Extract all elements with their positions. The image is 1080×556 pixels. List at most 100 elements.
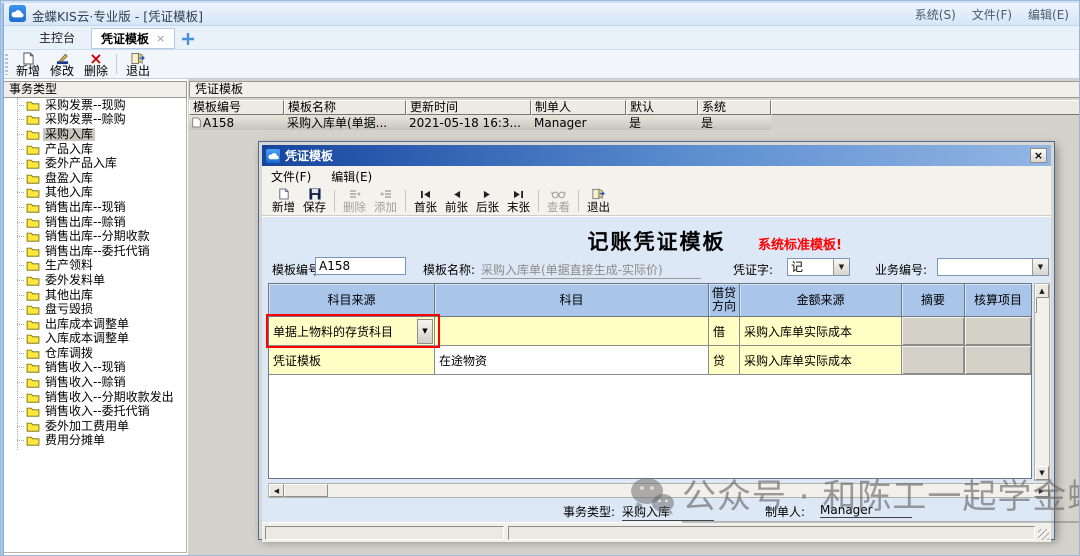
menu-file[interactable]: 文件(F): [972, 6, 1012, 23]
grid-row-debit: 单据上物料的存货科目 ▼ 借 采购入库单实际成本: [269, 317, 1031, 346]
folder-icon: [26, 304, 40, 315]
col-default[interactable]: 默认: [626, 100, 698, 115]
folder-icon: [26, 129, 40, 140]
cell-direction[interactable]: 贷: [709, 346, 740, 375]
dialog-exit-button[interactable]: 退出: [583, 187, 614, 215]
col-creator[interactable]: 制单人: [531, 100, 626, 115]
dialog-first-button[interactable]: 首张: [410, 187, 441, 215]
modify-button-label: 修改: [50, 65, 74, 78]
tree-item[interactable]: 采购入库: [4, 127, 186, 142]
cell-subject[interactable]: 在途物资: [435, 346, 709, 375]
toolbar-grip[interactable]: [5, 54, 8, 75]
cell-amount-source[interactable]: 采购入库单实际成本: [740, 317, 902, 346]
grid-row-credit: 凭证模板 在途物资 贷 采购入库单实际成本: [269, 346, 1031, 375]
dialog-menu-edit[interactable]: 编辑(E): [331, 168, 372, 185]
tab-close-icon[interactable]: ×: [156, 34, 165, 44]
tree-item[interactable]: 销售出库--委托代销: [4, 244, 186, 259]
col-updated[interactable]: 更新时间: [406, 100, 531, 115]
tree-item[interactable]: 盘亏毁损: [4, 302, 186, 317]
tree-item[interactable]: 委外发料单: [4, 273, 186, 288]
cell-amount-source[interactable]: 采购入库单实际成本: [740, 346, 902, 375]
tree-item[interactable]: 委外产品入库: [4, 156, 186, 171]
scroll-right-icon[interactable]: ▶: [1034, 484, 1049, 497]
dialog-title-bar[interactable]: 凭证模板 ×: [262, 145, 1051, 166]
tree-item[interactable]: 费用分摊单: [4, 434, 186, 449]
tree-item[interactable]: 销售出库--分期收款: [4, 229, 186, 244]
scrollbar-thumb[interactable]: [284, 484, 328, 497]
col-template-name[interactable]: 模板名称: [284, 100, 406, 115]
tree-item[interactable]: 销售收入--委托代销: [4, 404, 186, 419]
cell-direction[interactable]: 借: [709, 317, 740, 346]
entry-grid: 科目来源 科目 借贷方向 金额来源 摘要 核算项目 单据上物料的存货科目 ▼ 借…: [268, 283, 1032, 479]
folder-icon: [26, 421, 40, 432]
voucher-word-select[interactable]: 记 ▼: [787, 258, 850, 276]
cell-item[interactable]: [965, 317, 1031, 346]
tree-connector: [17, 426, 24, 427]
tree-item[interactable]: 采购发票--现购: [4, 98, 186, 113]
scroll-left-icon[interactable]: ◀: [269, 484, 284, 497]
tree-item[interactable]: 其他出库: [4, 288, 186, 303]
new-tab-button[interactable]: [182, 33, 194, 45]
dropdown-arrow-icon[interactable]: ▼: [417, 319, 433, 344]
tree-item[interactable]: 销售收入--现销: [4, 361, 186, 376]
dialog-last-button[interactable]: 末张: [503, 187, 534, 215]
scroll-up-icon[interactable]: ▲: [1035, 284, 1049, 298]
cell-source-dropdown[interactable]: 单据上物料的存货科目 ▼: [269, 317, 435, 346]
tree-item[interactable]: 销售出库--现销: [4, 200, 186, 215]
cell-subject[interactable]: [435, 317, 709, 346]
dialog-next-button[interactable]: 后张: [472, 187, 503, 215]
voucher-word-label: 凭证字:: [733, 261, 773, 278]
tree-connector: [17, 382, 24, 383]
tree-item[interactable]: 其他入库: [4, 186, 186, 201]
tree-connector: [17, 309, 24, 310]
resize-grip[interactable]: [1038, 529, 1049, 540]
business-no-select[interactable]: ▼: [937, 258, 1049, 276]
dialog-new-button[interactable]: 新增: [268, 187, 299, 215]
grid-col-source: 科目来源: [269, 284, 435, 317]
tree-item[interactable]: 入库成本调整单: [4, 332, 186, 347]
tree-item[interactable]: 采购发票--赊购: [4, 113, 186, 128]
grid-vertical-scrollbar[interactable]: ▲ ▼: [1034, 283, 1050, 481]
menu-edit[interactable]: 编辑(E): [1028, 6, 1069, 23]
dialog-cloud-icon: [266, 149, 280, 163]
dialog-close-button[interactable]: ×: [1030, 148, 1047, 163]
tree-item[interactable]: 委外加工费用单: [4, 419, 186, 434]
tree-item[interactable]: 出库成本调整单: [4, 317, 186, 332]
dropdown-arrow-icon[interactable]: ▼: [833, 259, 849, 275]
cell-summary[interactable]: [902, 346, 965, 375]
new-button[interactable]: 新增: [11, 51, 45, 78]
tree-item[interactable]: 销售收入--赊销: [4, 375, 186, 390]
grid-col-subject: 科目: [435, 284, 709, 317]
grid-horizontal-scrollbar[interactable]: ◀ ▶: [268, 483, 1050, 498]
template-row[interactable]: A158 采购入库单(单据... 2021-05-18 16:3... Mana…: [189, 115, 771, 130]
tree-item[interactable]: 仓库调拨: [4, 346, 186, 361]
exit-button[interactable]: 退出: [121, 51, 155, 78]
tree-connector: [17, 397, 24, 398]
dialog-menu-file[interactable]: 文件(F): [271, 168, 311, 185]
tree-item[interactable]: 销售收入--分期收款发出: [4, 390, 186, 405]
tab-console[interactable]: 主控台: [27, 28, 87, 49]
menu-system[interactable]: 系统(S): [915, 6, 956, 23]
col-template-no[interactable]: 模板编号: [189, 100, 284, 115]
dialog-prev-button[interactable]: 前张: [441, 187, 472, 215]
tab-bar: 主控台 凭证模板 ×: [1, 26, 1080, 50]
tree-item[interactable]: 生产领料: [4, 259, 186, 274]
template-no-input[interactable]: [315, 257, 406, 275]
scroll-down-icon[interactable]: ▼: [1035, 466, 1049, 480]
dialog-save-button[interactable]: 保存: [299, 187, 330, 215]
edit-pencil-icon: [56, 51, 69, 65]
delete-button[interactable]: × 删除: [79, 51, 113, 78]
modify-button[interactable]: 修改: [45, 51, 79, 78]
cell-summary[interactable]: [902, 317, 965, 346]
col-system[interactable]: 系统: [698, 100, 771, 115]
tree-item[interactable]: 销售出库--赊销: [4, 215, 186, 230]
tab-voucher-template[interactable]: 凭证模板 ×: [91, 28, 175, 49]
dialog-footer: 事务类型: 采购入库 制单人: Manager: [262, 503, 1051, 523]
scrollbar-thumb[interactable]: [1035, 297, 1037, 313]
scrollbar-track[interactable]: [328, 484, 1034, 497]
dropdown-arrow-icon[interactable]: ▼: [1032, 259, 1048, 275]
cell-item[interactable]: [965, 346, 1031, 375]
tree-item[interactable]: 产品入库: [4, 142, 186, 157]
cell-source[interactable]: 凭证模板: [269, 346, 435, 375]
tree-item[interactable]: 盘盈入库: [4, 171, 186, 186]
